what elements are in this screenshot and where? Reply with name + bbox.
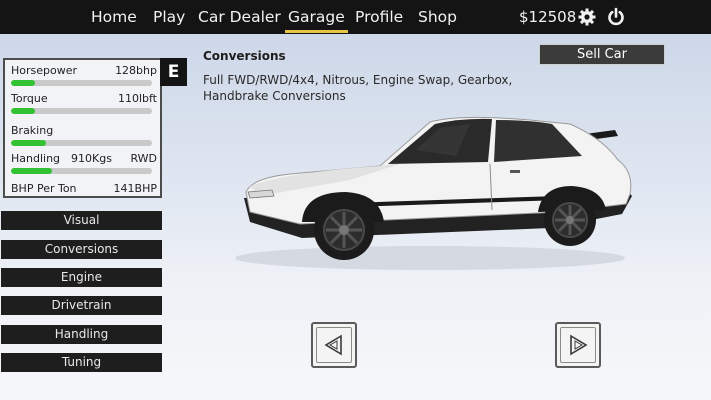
car-stats-panel: Horsepower 128bhp Torque 110lbft Braking… (3, 58, 162, 198)
handling-row: Handling 910Kgs RWD (11, 152, 157, 165)
menu-tuning-button[interactable]: Tuning (1, 353, 162, 372)
nav-home[interactable]: Home (91, 6, 137, 28)
nav-profile[interactable]: Profile (355, 6, 403, 28)
menu-handling-button[interactable]: Handling (1, 325, 162, 344)
torque-bar-fill (11, 108, 35, 114)
car-preview (230, 100, 650, 280)
nav-play[interactable]: Play (153, 6, 185, 28)
handling-bar-fill (11, 168, 52, 174)
menu-conversions-button[interactable]: Conversions (1, 240, 162, 259)
handling-bar (11, 168, 152, 174)
nav-car-dealer[interactable]: Car Dealer (198, 6, 281, 28)
menu-visual-button[interactable]: Visual (1, 211, 162, 230)
torque-bar (11, 108, 152, 114)
gear-icon[interactable] (577, 7, 597, 27)
bhp-per-ton-label: BHP Per Ton (11, 182, 77, 195)
menu-engine-button[interactable]: Engine (1, 268, 162, 287)
nav-shop[interactable]: Shop (418, 6, 457, 28)
torque-value: 110lbft (117, 92, 157, 105)
bhp-per-ton-value: 141BHP (113, 182, 157, 195)
horsepower-bar-fill (11, 80, 35, 86)
money-balance: $12508 (519, 8, 577, 26)
braking-bar-fill (11, 140, 47, 146)
description-title: Conversions (203, 49, 286, 63)
previous-car-button[interactable] (311, 322, 357, 368)
horsepower-value: 128bhp (115, 64, 157, 77)
torque-row: Torque 110lbft (11, 92, 157, 105)
weight-value: 910Kgs (71, 152, 112, 165)
nav-garage[interactable]: Garage (285, 6, 348, 33)
menu-drivetrain-button[interactable]: Drivetrain (1, 296, 162, 315)
braking-row: Braking (11, 124, 157, 137)
braking-bar (11, 140, 152, 146)
braking-label: Braking (11, 124, 54, 137)
power-icon[interactable] (606, 7, 626, 27)
horsepower-label: Horsepower (11, 64, 78, 77)
right-arrow-icon (570, 334, 588, 356)
sell-car-button[interactable]: Sell Car (539, 44, 665, 65)
left-arrow-icon (324, 334, 342, 356)
bhp-per-ton-row: BHP Per Ton 141BHP (11, 182, 157, 195)
torque-label: Torque (11, 92, 48, 105)
car-illustration (235, 116, 632, 270)
horsepower-bar (11, 80, 152, 86)
next-car-button[interactable] (555, 322, 601, 368)
horsepower-row: Horsepower 128bhp (11, 64, 157, 77)
car-class-badge: E (160, 58, 187, 86)
drive-type-value: RWD (130, 152, 157, 165)
top-nav-bar: Home Play Car Dealer Garage Profile Shop… (0, 0, 711, 34)
handling-label: Handling (11, 152, 61, 165)
